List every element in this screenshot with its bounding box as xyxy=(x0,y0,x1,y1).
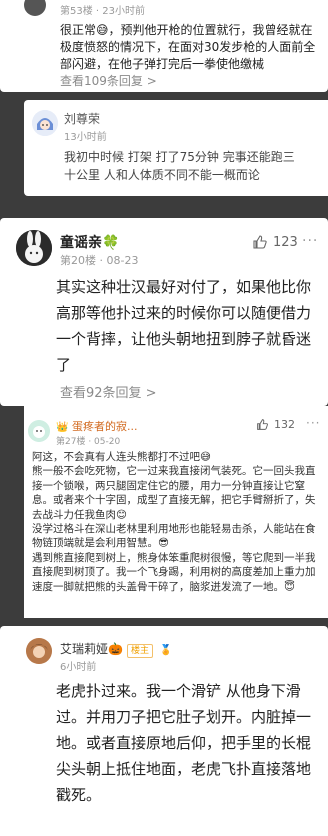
avatar[interactable] xyxy=(26,638,52,664)
comment-card-1: 第53楼 · 23小时前 很正常😅，预判他开枪的位置就行，我曾经就在极度愤怒的情… xyxy=(0,0,328,92)
comment-text: 老虎扑过来。我一个滑铲 从他身下滑过。并用刀子把它肚子划开。内脏掉一地。或者直接… xyxy=(56,682,312,804)
username[interactable]: 童谣亲🍀 xyxy=(60,232,119,252)
comment-text: 我初中时候 打架 打了75分钟 完事还能跑三十公里 人和人体质不同不能一概而论 xyxy=(64,150,295,182)
comment-text: 很正常😅，预判他开枪的位置就行，我曾经就在极度愤怒的情况下，在面对30发步枪的人… xyxy=(60,23,316,71)
comment-text: 其实这种壮汉最好对付了，如果他比你高那等他扑过来的时候你可以随便借力一个背摔，让… xyxy=(56,278,312,374)
more-options-icon[interactable]: ··· xyxy=(302,233,318,249)
username[interactable]: 艾瑞莉娅🎃 楼主 🏅 xyxy=(60,640,172,658)
comment-text: 阿这，不会真有人连头熊都打不过吧😅 熊一般不会吃死物，它一过来我直接闭气装死。它… xyxy=(32,451,316,593)
like-count: 123 xyxy=(273,234,298,250)
comment-card-4: 👑 蛋疼者的寂... 第27楼 · 05-20 132 ··· 阿这，不会真有人… xyxy=(24,406,328,618)
like-button[interactable]: 123 xyxy=(252,234,298,250)
username[interactable]: 👑 蛋疼者的寂... xyxy=(56,418,137,434)
view-replies-link[interactable]: 查看92条回复 > xyxy=(60,382,157,401)
avatar[interactable] xyxy=(24,0,46,16)
view-replies-link[interactable]: 查看109条回复 > xyxy=(60,72,157,89)
thumbs-up-icon xyxy=(257,419,268,430)
comment-meta: 第53楼 · 23小时前 xyxy=(60,6,145,17)
username[interactable]: 刘尊荣 xyxy=(64,110,100,127)
character-avatar-icon xyxy=(26,638,52,664)
rabbit-avatar-icon xyxy=(16,230,52,266)
thumbs-up-icon xyxy=(253,235,267,249)
avatar[interactable] xyxy=(16,230,52,266)
more-options-icon[interactable]: ··· xyxy=(306,416,320,430)
comment-card-2: 刘尊荣 13小时前 我初中时候 打架 打了75分钟 完事还能跑三十公里 人和人体… xyxy=(24,100,328,196)
avatar[interactable] xyxy=(28,420,50,442)
crown-icon: 👑 xyxy=(56,422,69,433)
comment-card-3: 童谣亲🍀 第20楼 · 08-23 123 ··· 其实这种壮汉最好对付了，如果… xyxy=(0,218,328,406)
comment-meta: 13小时前 xyxy=(64,132,107,143)
avatar[interactable] xyxy=(32,110,58,136)
username-text: 艾瑞莉娅🎃 xyxy=(60,642,123,656)
username-text: 蛋疼者的寂... xyxy=(71,420,138,433)
like-count: 132 xyxy=(274,418,295,431)
like-button[interactable]: 132 xyxy=(256,418,295,431)
comment-meta: 第20楼 · 08-23 xyxy=(60,254,139,267)
comment-meta: 6小时前 xyxy=(60,662,97,673)
comment-card-5: 艾瑞莉娅🎃 楼主 🏅 6小时前 老虎扑过来。我一个滑铲 从他身下滑过。并用刀子把它… xyxy=(0,626,328,836)
comment-meta: 第27楼 · 05-20 xyxy=(56,437,121,447)
badge-icon: 🏅 xyxy=(159,645,173,656)
op-badge: 楼主 xyxy=(126,644,153,658)
anime-avatar-icon xyxy=(32,110,58,136)
cartoon-avatar-icon xyxy=(28,420,50,442)
